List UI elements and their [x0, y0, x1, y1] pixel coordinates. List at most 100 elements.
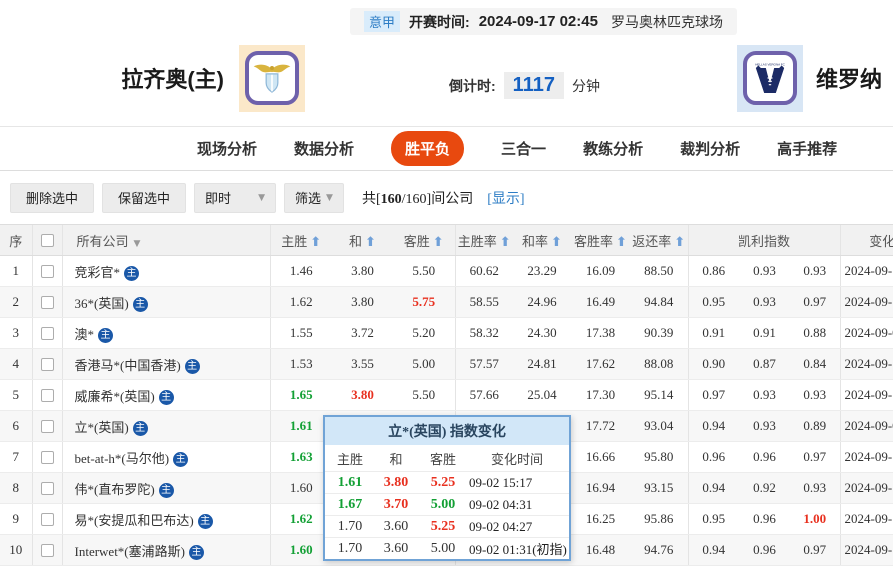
table-row: 1竞彩官*主1.463.805.5060.6223.2916.0988.500.… — [0, 256, 893, 287]
time-filter-dropdown[interactable]: 即时 ▼ — [194, 183, 276, 213]
row-index: 2 — [0, 287, 32, 318]
table-row: 5威廉希*(英国)主1.653.805.5057.6625.0417.3095.… — [0, 380, 893, 411]
change-time-cell: 2024-09-0 — [840, 318, 893, 349]
toolbar: 删除选中 保留选中 即时 ▼ 筛选 ▼ 共[160/160]间公司 [显示] — [0, 171, 893, 224]
filter-dropdown[interactable]: 筛选 ▼ — [284, 183, 344, 213]
home-odds-cell[interactable]: 1.65 — [270, 380, 332, 411]
show-link[interactable]: [显示] — [487, 188, 524, 208]
company-name[interactable]: bet-at-h*(马尔他) — [75, 451, 170, 466]
popup-change-time: 09-02 04:31 — [467, 497, 567, 513]
company-name[interactable]: 威廉希*(英国) — [75, 389, 155, 404]
row-checkbox[interactable] — [41, 451, 54, 464]
tab[interactable]: 三合一 — [501, 138, 546, 159]
kelly-away-cell: 0.84 — [790, 349, 840, 380]
return-rate-cell: 94.76 — [630, 535, 688, 566]
home-rate-cell: 60.62 — [455, 256, 513, 287]
venue-name: 罗马奥林匹克球场 — [611, 12, 723, 32]
row-index: 10 — [0, 535, 32, 566]
sort-up-icon: ⬆ — [551, 235, 562, 250]
return-rate-cell: 90.39 — [630, 318, 688, 349]
draw-odds-cell[interactable]: 3.72 — [332, 318, 393, 349]
sort-down-icon: ▼ — [134, 239, 141, 249]
company-name[interactable]: 36*(英国) — [75, 296, 129, 311]
delete-selected-button[interactable]: 删除选中 — [10, 183, 94, 213]
return-rate-cell: 88.08 — [630, 349, 688, 380]
tab[interactable]: 现场分析 — [197, 138, 257, 159]
col-company[interactable]: 所有公司▼ — [62, 225, 270, 256]
away-odds-cell[interactable]: 5.00 — [393, 349, 455, 380]
company-name[interactable]: 立*(英国) — [75, 420, 129, 435]
row-index: 4 — [0, 349, 32, 380]
draw-odds-cell[interactable]: 3.80 — [332, 380, 393, 411]
company-cell: Interwet*(塞浦路斯)主 — [62, 535, 270, 566]
home-badge-icon: 主 — [133, 297, 148, 312]
tab[interactable]: 高手推荐 — [777, 138, 837, 159]
draw-odds-cell[interactable]: 3.55 — [332, 349, 393, 380]
popup-col-away: 客胜 — [419, 449, 467, 468]
kelly-away-cell: 0.97 — [790, 535, 840, 566]
tab[interactable]: 数据分析 — [294, 138, 354, 159]
return-rate-cell: 88.50 — [630, 256, 688, 287]
popup-odds-value: 1.61 — [327, 475, 373, 491]
kelly-away-cell: 0.88 — [790, 318, 840, 349]
popup-odds-value: 1.67 — [327, 497, 373, 513]
return-rate-cell: 95.80 — [630, 442, 688, 473]
draw-odds-cell[interactable]: 3.80 — [332, 256, 393, 287]
col-away-rate[interactable]: 客胜率⬆ — [571, 225, 630, 256]
draw-odds-cell[interactable]: 3.80 — [332, 287, 393, 318]
keep-selected-button[interactable]: 保留选中 — [102, 183, 186, 213]
row-index: 3 — [0, 318, 32, 349]
row-checkbox[interactable] — [41, 513, 54, 526]
row-checkbox[interactable] — [41, 420, 54, 433]
company-name[interactable]: 伟*(直布罗陀) — [75, 482, 155, 497]
row-checkbox[interactable] — [41, 544, 54, 557]
home-odds-cell[interactable]: 1.62 — [270, 287, 332, 318]
home-odds-cell[interactable]: 1.55 — [270, 318, 332, 349]
league-badge[interactable]: 意甲 — [364, 11, 400, 32]
home-badge-icon: 主 — [124, 266, 139, 281]
col-draw-odds[interactable]: 和⬆ — [332, 225, 393, 256]
checkbox-cell — [32, 349, 62, 380]
home-odds-cell[interactable]: 1.53 — [270, 349, 332, 380]
col-change-time: 变化时间 — [840, 225, 893, 256]
tab[interactable]: 教练分析 — [583, 138, 643, 159]
kelly-home-cell: 0.86 — [688, 256, 739, 287]
col-home-rate[interactable]: 主胜率⬆ — [455, 225, 513, 256]
popup-odds-value: 3.80 — [373, 475, 419, 491]
popup-change-time: 09-02 15:17 — [467, 475, 567, 491]
company-name[interactable]: Interwet*(塞浦路斯) — [75, 544, 185, 559]
away-rate-cell: 16.66 — [571, 442, 630, 473]
away-odds-cell[interactable]: 5.75 — [393, 287, 455, 318]
tab[interactable]: 胜平负 — [391, 131, 464, 166]
draw-rate-cell: 24.30 — [513, 318, 571, 349]
home-badge-icon: 主 — [98, 328, 113, 343]
row-checkbox[interactable] — [41, 265, 54, 278]
company-name[interactable]: 竞彩官* — [75, 265, 121, 280]
home-odds-cell[interactable]: 1.46 — [270, 256, 332, 287]
col-home-odds[interactable]: 主胜⬆ — [270, 225, 332, 256]
company-cell: 澳*主 — [62, 318, 270, 349]
company-name[interactable]: 澳* — [75, 327, 95, 342]
select-all-checkbox[interactable] — [41, 234, 54, 247]
away-odds-cell[interactable]: 5.50 — [393, 256, 455, 287]
row-checkbox[interactable] — [41, 389, 54, 402]
col-away-odds[interactable]: 客胜⬆ — [393, 225, 455, 256]
row-checkbox[interactable] — [41, 482, 54, 495]
away-odds-cell[interactable]: 5.50 — [393, 380, 455, 411]
popup-col-time: 变化时间 — [467, 449, 567, 468]
away-odds-cell[interactable]: 5.20 — [393, 318, 455, 349]
row-checkbox[interactable] — [41, 327, 54, 340]
company-cell: 易*(安提瓜和巴布达)主 — [62, 504, 270, 535]
popup-odds-value: 3.70 — [373, 497, 419, 513]
countdown-value: 1117 — [504, 72, 564, 99]
kickoff-label: 开赛时间: — [409, 12, 470, 32]
col-draw-rate[interactable]: 和率⬆ — [513, 225, 571, 256]
row-checkbox[interactable] — [41, 358, 54, 371]
kelly-away-cell: 0.97 — [790, 287, 840, 318]
col-return-rate[interactable]: 返还率⬆ — [630, 225, 688, 256]
tab[interactable]: 裁判分析 — [680, 138, 740, 159]
home-badge-icon: 主 — [133, 421, 148, 436]
row-checkbox[interactable] — [41, 296, 54, 309]
company-name[interactable]: 香港马*(中国香港) — [75, 358, 181, 373]
company-name[interactable]: 易*(安提瓜和巴布达) — [75, 513, 194, 528]
